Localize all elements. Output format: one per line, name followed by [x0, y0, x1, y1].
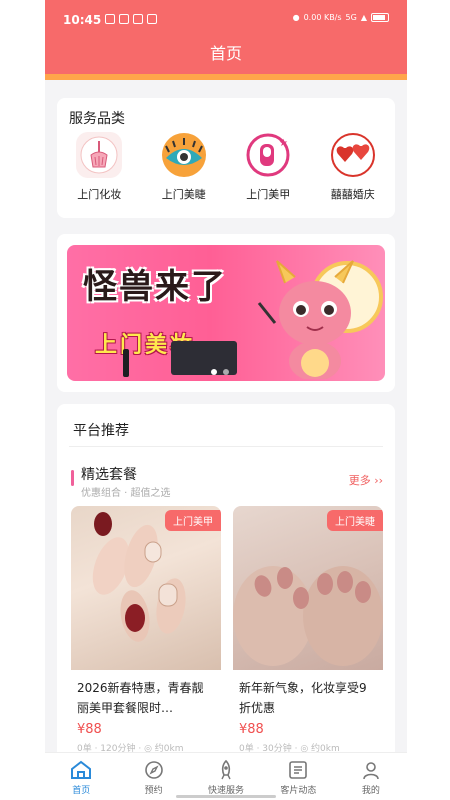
lipstick-illustration — [123, 349, 129, 377]
product-tag: 上门美甲 — [165, 510, 221, 531]
home-indicator[interactable] — [176, 795, 276, 798]
tab-label: 首页 — [72, 786, 91, 796]
services-card: 服务品类 上门化妆 上门美睫 ★ 上门美甲 囍囍婚庆 — [57, 98, 395, 218]
service-item-wedding[interactable]: 囍囍婚庆 — [318, 132, 388, 202]
user-icon — [335, 759, 407, 781]
promo-banner[interactable]: 怪兽来了 上门美妆 — [67, 245, 385, 381]
services-title: 服务品类 — [69, 111, 125, 127]
header-stripe — [45, 74, 407, 80]
leaf-notification-icon — [147, 14, 157, 24]
page-title: 首页 — [209, 44, 242, 63]
feed-icon — [262, 759, 334, 781]
net-speed: 0.00 KB/s — [303, 13, 342, 22]
tab-feed[interactable]: 客片动态 — [262, 753, 334, 800]
service-label: 上门化妆 — [77, 188, 122, 201]
package-subtitle: 优惠组合 · 超值之选 — [81, 488, 171, 499]
product-list: 上门美甲 2026新春特惠，青春靓丽美甲套餐限时… ¥88 0单 · 120分钟… — [71, 506, 383, 756]
divider — [69, 446, 383, 447]
dragon-mascot-illustration — [257, 260, 383, 379]
telegram-notification-icon — [119, 14, 129, 24]
product-price: ¥88 — [77, 722, 102, 737]
carousel-dot[interactable] — [223, 369, 229, 375]
tab-quick-service[interactable]: 快速服务 — [190, 753, 262, 800]
service-label: 上门美甲 — [246, 188, 291, 201]
section-accent-bar — [71, 470, 74, 486]
nail-icon: ★ — [245, 132, 291, 178]
phone-screen: 10:45 ● 0.00 KB/s 5G ▲ 首页 服务品类 上门化妆 上门美睫… — [45, 0, 407, 800]
rocket-icon — [190, 759, 262, 781]
tab-label: 我的 — [361, 786, 380, 796]
package-title: 精选套餐 — [81, 467, 137, 483]
service-item-nail[interactable]: ★ 上门美甲 — [233, 132, 303, 202]
eyelash-icon — [161, 132, 207, 178]
banner-headline: 怪兽来了 — [83, 267, 227, 307]
svg-text:★: ★ — [279, 138, 288, 149]
status-indicators: ● 0.00 KB/s 5G ▲ — [293, 13, 389, 22]
product-tag: 上门美睫 — [327, 510, 383, 531]
location-icon: ● — [292, 13, 300, 22]
compass-icon — [117, 759, 189, 781]
recommend-card: 平台推荐 精选套餐 优惠组合 · 超值之选 更多 ›› 上门美甲 2026新春特… — [57, 404, 395, 764]
services-list: 上门化妆 上门美睫 ★ 上门美甲 囍囍婚庆 — [57, 132, 395, 202]
carousel-dot[interactable] — [211, 369, 217, 375]
carousel-dots — [211, 369, 229, 375]
status-notification-icons — [105, 14, 157, 24]
product-image-nails: 上门美睫 — [233, 506, 383, 670]
battery-icon — [371, 13, 389, 22]
product-card[interactable]: 上门美甲 2026新春特惠，青春靓丽美甲套餐限时… ¥88 0单 · 120分钟… — [71, 506, 221, 756]
product-name: 新年新气象，化妆享受9折优惠 — [239, 681, 367, 715]
tab-booking[interactable]: 预约 — [117, 753, 189, 800]
header: 10:45 ● 0.00 KB/s 5G ▲ 首页 — [45, 0, 407, 80]
recommend-title: 平台推荐 — [73, 423, 129, 439]
makeup-brush-icon — [76, 132, 123, 178]
signal-label: 5G — [345, 13, 357, 22]
bottom-tabbar: 首页 预约 快速服务 客片动态 我的 — [45, 752, 407, 800]
product-image-nails: 上门美甲 — [71, 506, 221, 670]
app-notification-icon — [133, 14, 143, 24]
tab-home[interactable]: 首页 — [45, 753, 117, 800]
product-card[interactable]: 上门美睫 新年新气象，化妆享受9折优惠 ¥88 0单 · 30分钟 · ◎ 约0… — [233, 506, 383, 756]
product-name: 2026新春特惠，青春靓丽美甲套餐限时… — [77, 681, 204, 715]
service-item-makeup[interactable]: 上门化妆 — [64, 132, 134, 202]
product-price: ¥88 — [239, 722, 264, 737]
service-label: 上门美睫 — [161, 188, 206, 201]
home-icon — [45, 759, 117, 781]
gallery-notification-icon — [105, 14, 115, 24]
more-link[interactable]: 更多 ›› — [349, 472, 383, 488]
wifi-icon: ▲ — [360, 13, 367, 22]
service-item-eyelash[interactable]: 上门美睫 — [149, 132, 219, 202]
service-label: 囍囍婚庆 — [330, 188, 375, 201]
status-time: 10:45 — [63, 13, 102, 27]
banner-card: 怪兽来了 上门美妆 — [57, 234, 395, 392]
tab-mine[interactable]: 我的 — [335, 753, 407, 800]
status-bar: 10:45 ● 0.00 KB/s 5G ▲ — [45, 8, 407, 32]
wedding-hearts-icon — [330, 132, 376, 178]
